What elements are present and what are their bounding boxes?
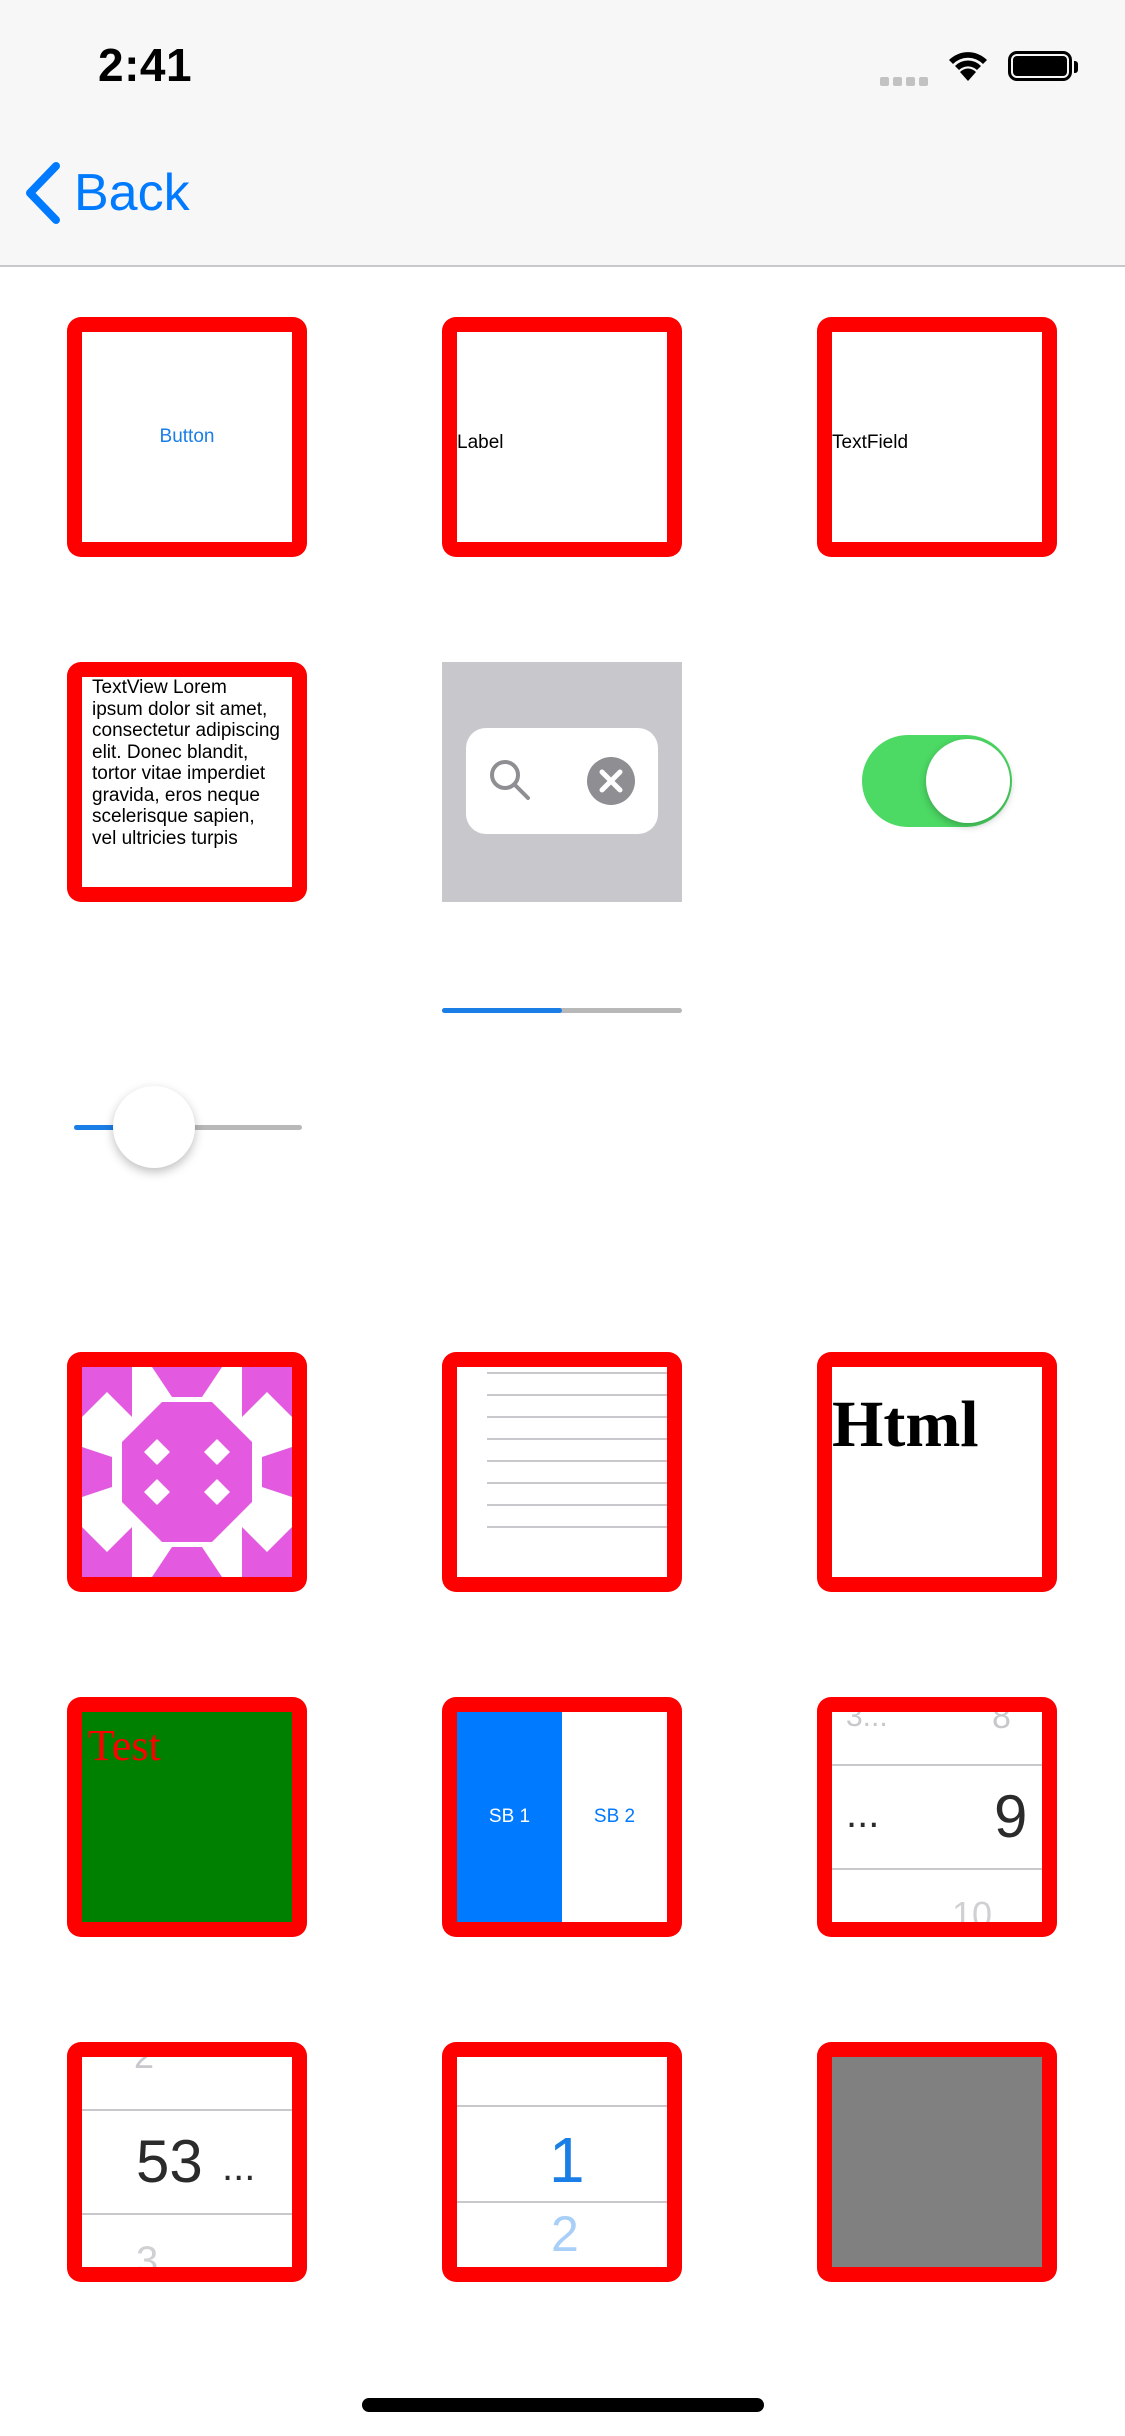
wifi-icon: [949, 52, 987, 81]
demo-switch[interactable]: [862, 735, 1012, 827]
home-indicator: [362, 2398, 764, 2412]
number-picker[interactable]: 1 2: [457, 2057, 667, 2267]
textview-cell: TextView Lorem ipsum dolor sit amet, con…: [67, 662, 307, 902]
picker-selected-value: 53: [136, 2128, 203, 2195]
gray-view-cell: [817, 2042, 1057, 2282]
search-icon: [490, 760, 530, 800]
signal-icon: [880, 73, 932, 91]
number-picker-cell: 1 2: [442, 2042, 682, 2282]
chevron-left-icon: [26, 162, 60, 224]
time-picker-cell: 2 53 ... 3: [67, 2042, 307, 2282]
battery-level: [1013, 56, 1067, 76]
picker-row-below: 10: [952, 1894, 993, 1935]
search-input[interactable]: [466, 728, 658, 834]
switch-knob: [926, 739, 1010, 823]
picker-selected: 1: [549, 2124, 585, 2196]
table-lines: [487, 1372, 667, 1528]
back-label: Back: [74, 164, 190, 222]
tableview-cell: [442, 1352, 682, 1592]
identicon-image: [82, 1367, 292, 1577]
html-heading: Html: [832, 1388, 979, 1461]
image-cell: [67, 1352, 307, 1592]
webview-test-text: Test: [88, 1721, 161, 1770]
progress-fill: [442, 1008, 562, 1013]
picker-row-above-right: 8: [992, 1698, 1011, 1736]
time-picker[interactable]: 2 53 ... 3: [82, 2057, 292, 2267]
picker-selected-right: 9: [994, 1783, 1028, 1850]
date-picker[interactable]: 3... 8 ... 9 10: [832, 1712, 1042, 1922]
slider-thumb[interactable]: [112, 1086, 195, 1168]
demo-label: Label: [457, 432, 504, 453]
clear-icon[interactable]: [587, 757, 635, 805]
demo-button[interactable]: Button: [82, 332, 292, 542]
label-cell: Label: [442, 317, 682, 557]
battery-terminal: [1074, 61, 1078, 73]
webview-html-cell: Html: [817, 1352, 1057, 1592]
back-button[interactable]: Back: [22, 160, 190, 226]
picker-selected-left: ...: [846, 1792, 880, 1836]
segment-2[interactable]: SB 2: [562, 1712, 667, 1922]
picker-selected-right: ...: [222, 2145, 256, 2189]
demo-textview[interactable]: TextView Lorem ipsum dolor sit amet, con…: [82, 677, 292, 849]
date-picker-cell: 3... 8 ... 9 10: [817, 1697, 1057, 1937]
picker-next: 2: [551, 2206, 579, 2262]
picker-row-above: 2: [134, 2042, 155, 2076]
textfield-cell: TextField: [817, 317, 1057, 557]
segmented-control: SB 1 SB 2: [442, 1697, 682, 1937]
gray-view: [832, 2057, 1042, 2267]
picker-row-below: 3: [136, 2239, 159, 2282]
segment-1[interactable]: SB 1: [457, 1712, 562, 1922]
button-cell: Button: [67, 317, 307, 557]
picker-row-above: 3...: [846, 1700, 888, 1733]
search-bar: [442, 662, 682, 902]
status-time: 2:41: [98, 39, 193, 91]
webview-test-cell: Test: [67, 1697, 307, 1937]
demo-textfield[interactable]: TextField: [832, 432, 908, 454]
